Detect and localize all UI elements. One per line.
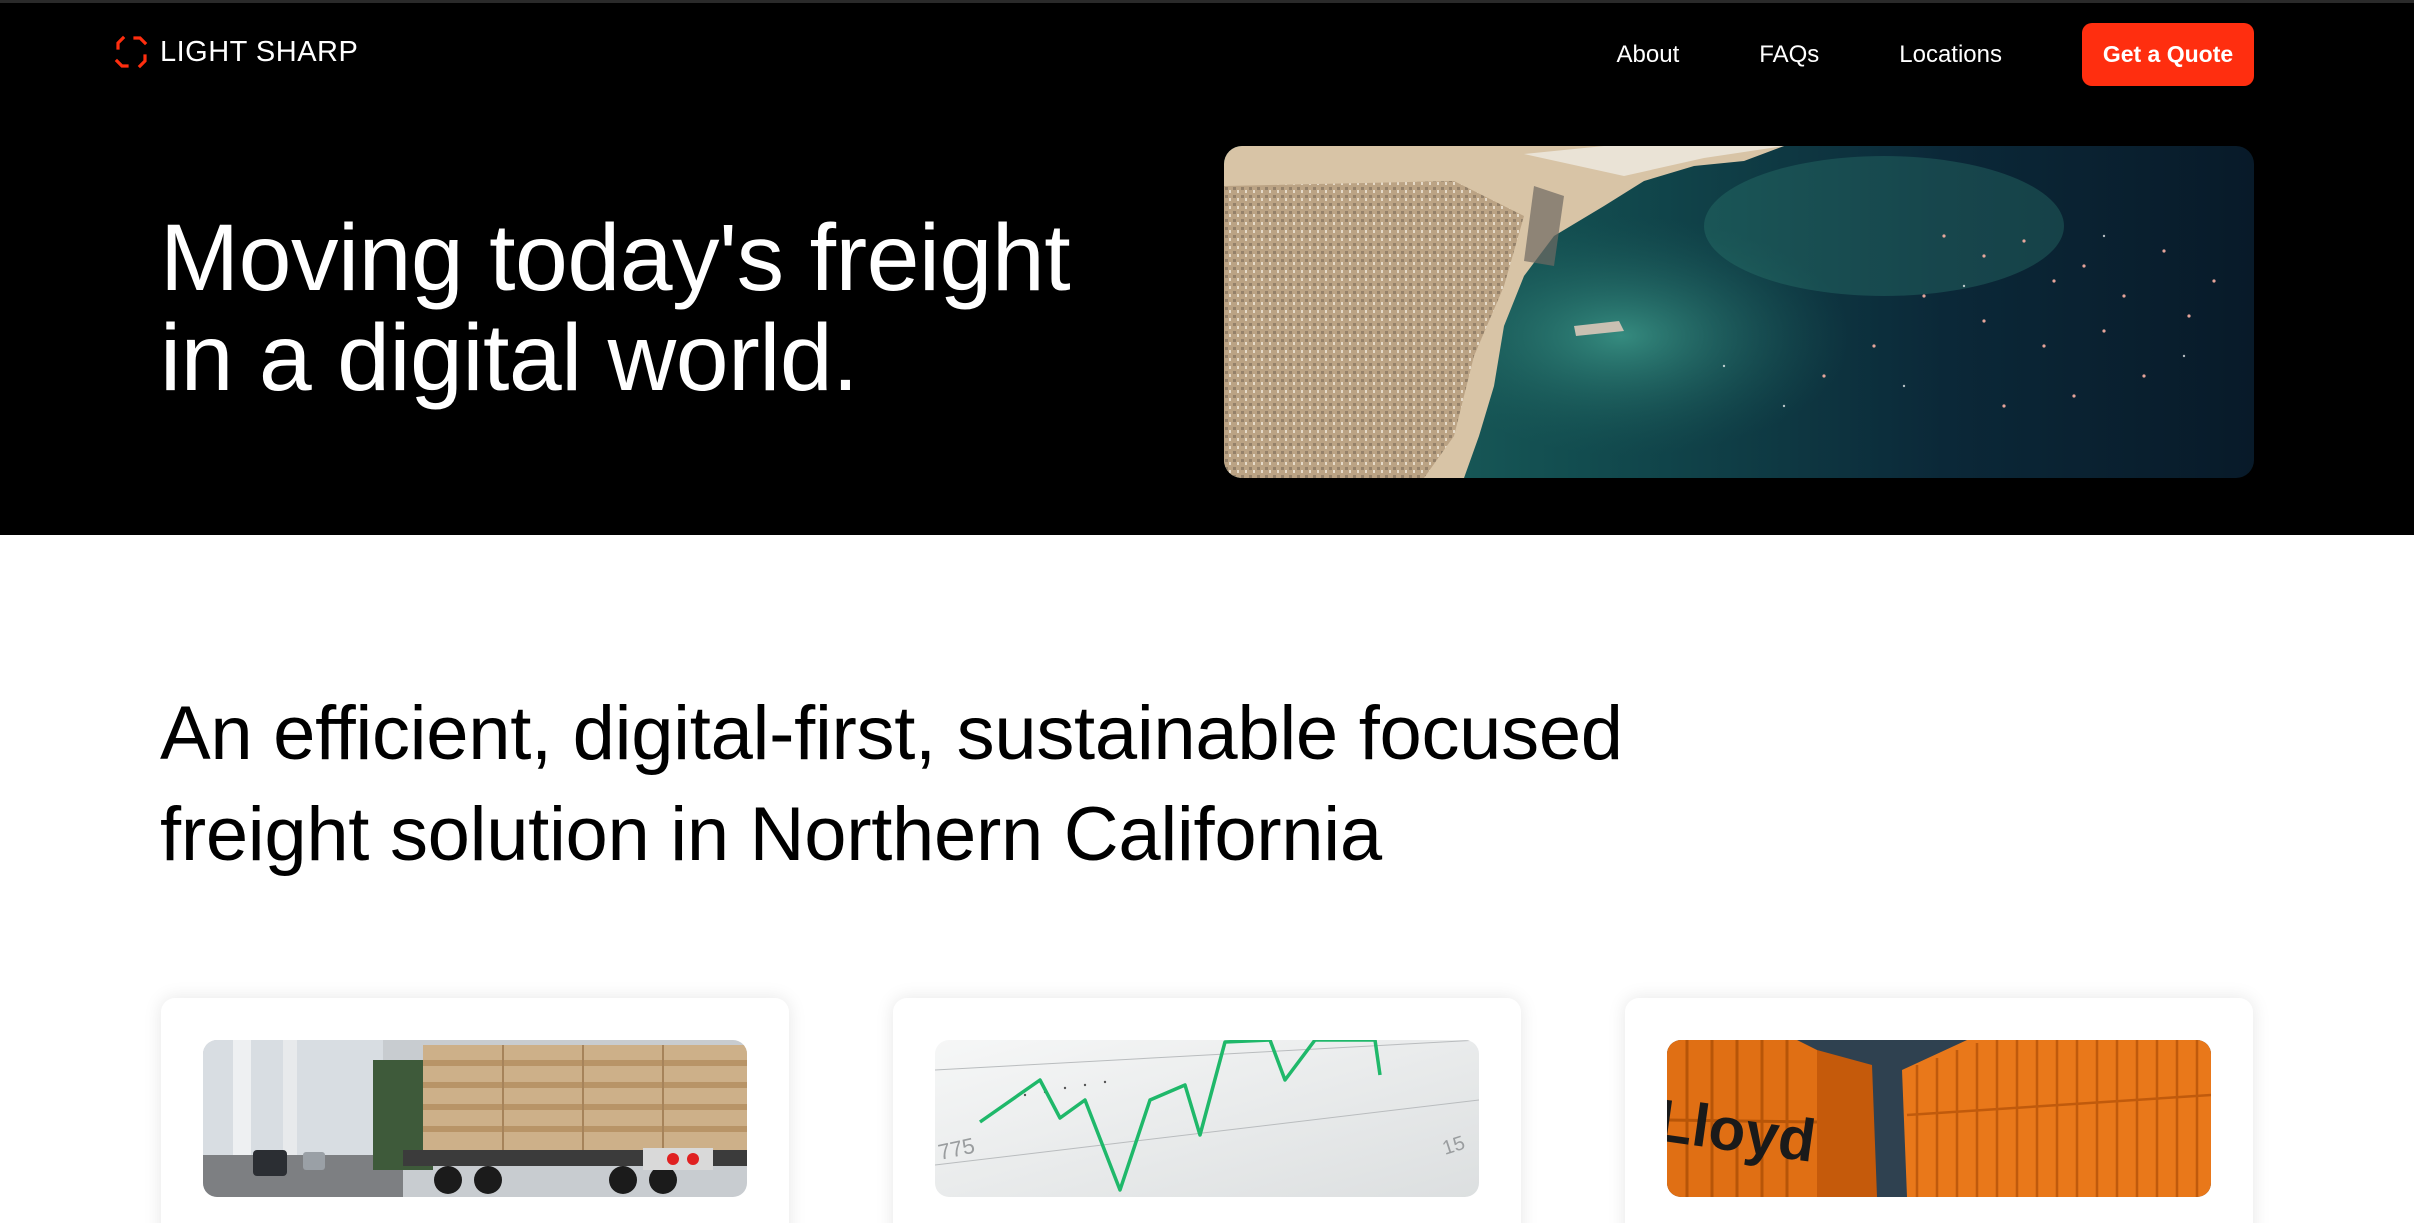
brand-logo[interactable]: LIGHT SHARP — [114, 35, 358, 69]
brand-name: LIGHT SHARP — [160, 35, 359, 68]
intro-heading-line-2: freight solution in Northern California — [160, 792, 1382, 877]
light-sharp-logo-icon — [114, 35, 148, 69]
hero-section: LIGHT SHARP About FAQs Locations Get a Q… — [0, 0, 2414, 535]
hero-title-line-1: Moving today's freight — [160, 205, 1071, 311]
lumber-truck-image — [203, 1040, 747, 1197]
get-a-quote-button[interactable]: Get a Quote — [2082, 23, 2254, 86]
hero-title: Moving today's freight in a digital worl… — [160, 208, 1160, 408]
nav-link-about[interactable]: About — [1617, 41, 1680, 69]
intro-heading: An efficient, digital-first, sustainable… — [160, 683, 1760, 885]
service-card-containers[interactable]: Lloyd — [1625, 998, 2253, 1223]
shipping-containers-image: Lloyd — [1667, 1040, 2211, 1197]
stock-graph-image: 775 15 — [935, 1040, 1479, 1197]
intro-heading-line-1: An efficient, digital-first, sustainable… — [160, 691, 1623, 776]
nav-link-faqs[interactable]: FAQs — [1759, 41, 1819, 69]
service-card-analytics[interactable]: 775 15 — [893, 998, 1521, 1223]
hero-title-line-2: in a digital world. — [160, 305, 859, 411]
main-nav: About FAQs Locations Get a Quote — [1617, 23, 2254, 86]
satellite-port-image — [1224, 146, 2254, 478]
nav-link-locations[interactable]: Locations — [1899, 41, 2002, 69]
service-card-trucking[interactable] — [161, 998, 789, 1223]
